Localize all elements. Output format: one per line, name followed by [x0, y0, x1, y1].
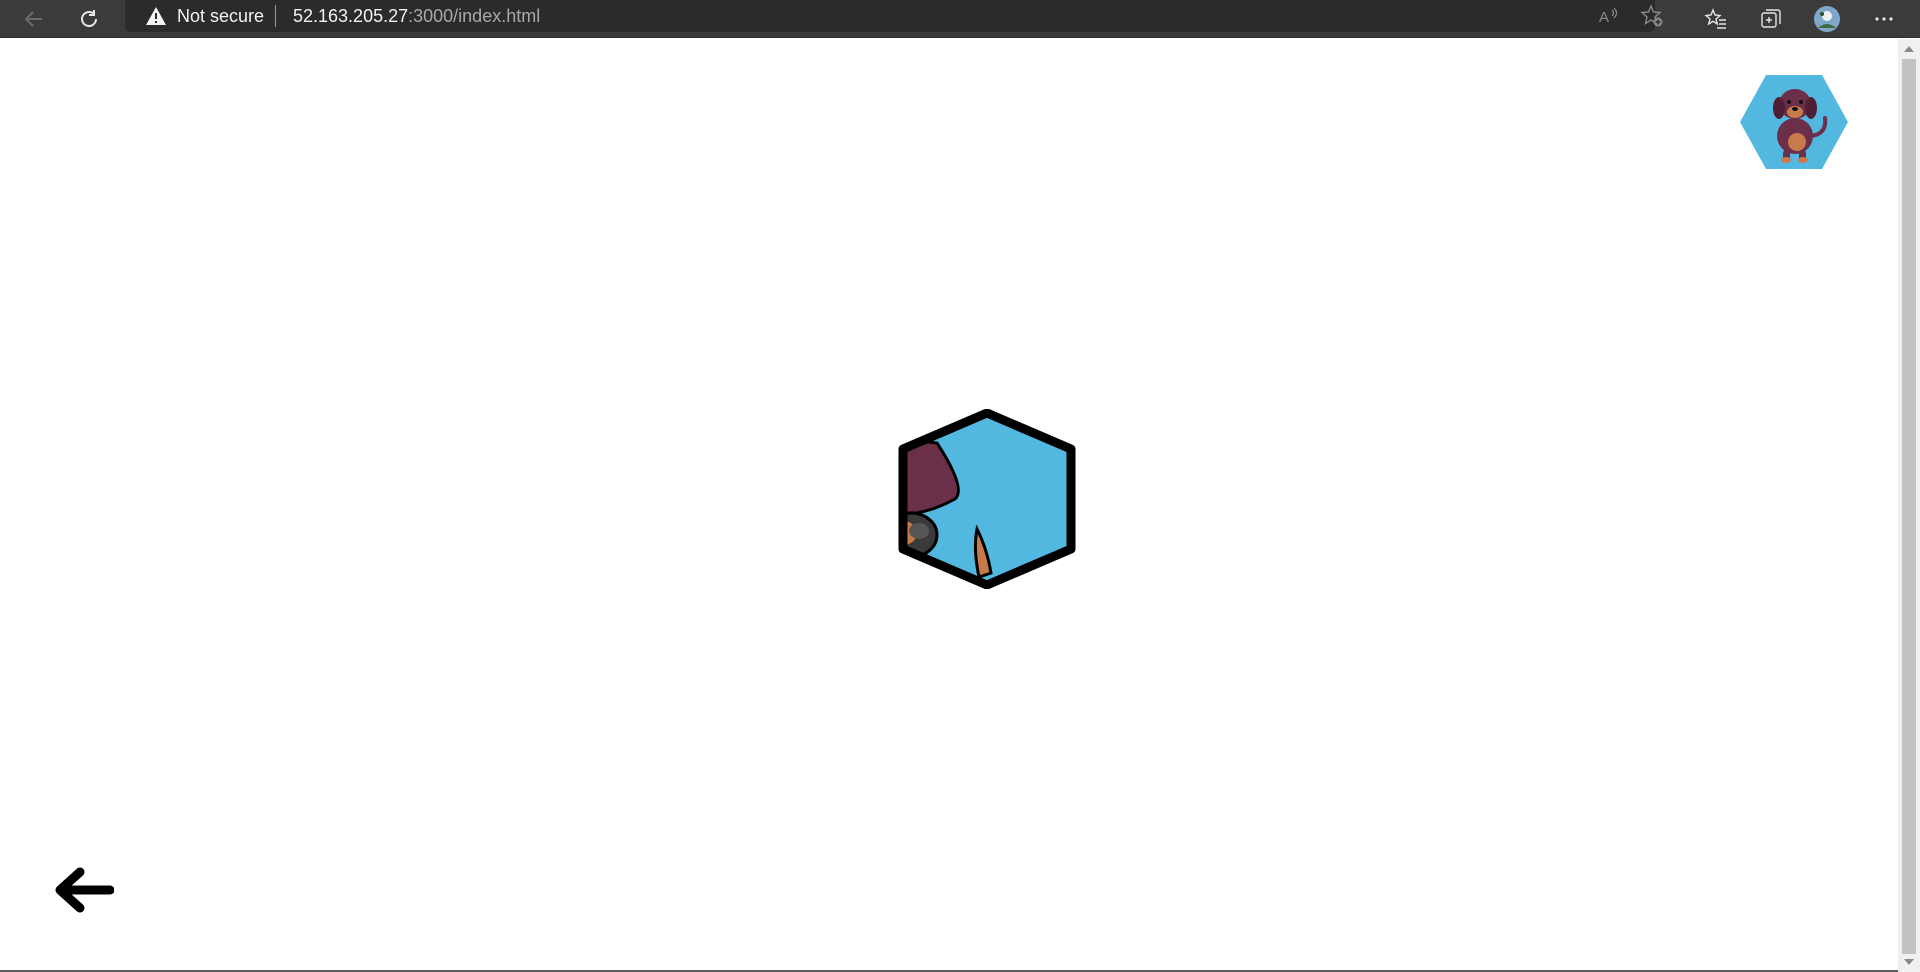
address-separator: [275, 5, 276, 27]
scroll-thumb[interactable]: [1902, 59, 1916, 954]
add-favorite-icon[interactable]: [1637, 1, 1667, 31]
dachshund-avatar-icon[interactable]: [1739, 74, 1849, 170]
left-arrow-icon[interactable]: [52, 866, 114, 914]
url-path: :3000/index.html: [408, 6, 541, 26]
scroll-up-icon[interactable]: [1903, 44, 1915, 54]
security-status-text: Not secure: [177, 6, 265, 26]
read-aloud-icon[interactable]: A: [1593, 1, 1623, 31]
scroll-down-icon[interactable]: [1903, 957, 1915, 967]
favorites-icon[interactable]: [1701, 4, 1731, 34]
svg-text:A: A: [1599, 9, 1609, 26]
address-bar[interactable]: Not secure 52.163.205.27:3000/index.html…: [125, 0, 1663, 32]
url-text[interactable]: 52.163.205.27:3000/index.html: [293, 6, 540, 27]
warning-icon: [146, 7, 166, 25]
url-host: 52.163.205.27: [293, 6, 409, 26]
hexagon-puzzle-tile-icon[interactable]: [897, 409, 1077, 589]
refresh-icon[interactable]: [74, 4, 104, 34]
more-icon[interactable]: [1869, 4, 1899, 34]
vertical-scrollbar[interactable]: [1898, 39, 1920, 972]
profile-icon[interactable]: [1812, 4, 1842, 34]
collections-icon[interactable]: [1756, 4, 1786, 34]
back-icon[interactable]: [19, 4, 49, 34]
browser-toolbar: Not secure 52.163.205.27:3000/index.html…: [0, 0, 1920, 38]
